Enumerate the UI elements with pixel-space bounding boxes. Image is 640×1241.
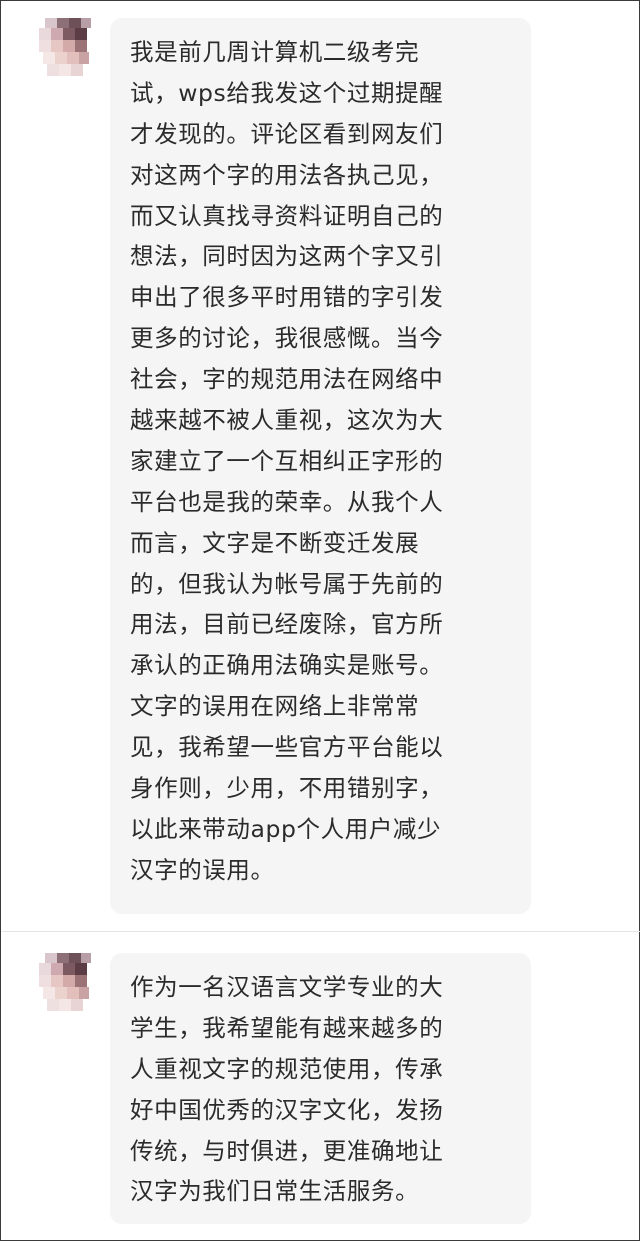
comment-text-line: 汉字为我们日常生活服务。: [130, 1177, 420, 1206]
comment-text-line: 汉字的误用。: [130, 855, 275, 884]
comment-text-line: 作为一名汉语言文学专业的大: [130, 973, 444, 1001]
comment-bubble: 作为一名汉语言文学专业的大 学生，我希望能有越来越多的 人重视文字的规范使用，传…: [110, 953, 531, 1224]
comment-text-line: 平台也是我的荣幸。从我个人: [130, 487, 444, 516]
comment-text-line: 才发现的。评论区看到网友们: [130, 119, 444, 148]
comment-text-line: 而言，文字是不断变迁发展: [130, 528, 420, 557]
comment-text-line: 想法，同时因为这两个字又引: [130, 242, 444, 271]
pixelated-user-avatar-icon[interactable]: [35, 18, 95, 80]
comment-text-line: 家建立了一个互相纠正字形的: [130, 446, 444, 475]
comment-text-line: 社会，字的规范用法在网络中: [130, 365, 444, 394]
comment-text-line: 试，wps给我发这个过期提醒: [130, 78, 444, 107]
comment-text-line: 好中国优秀的汉字文化，发扬: [130, 1095, 444, 1124]
comment-text-line: 我是前几周计算机二级考完: [130, 38, 420, 66]
comment-text-line: 申出了很多平时用错的字引发: [130, 283, 444, 312]
comment-text-line: 以此来带动app个人用户减少: [130, 814, 442, 843]
comment-text-line: 人重视文字的规范使用，传承: [130, 1054, 444, 1083]
comment-text-line: 的，但我认为帐号属于先前的: [130, 569, 444, 598]
comment-text-line: 用法，目前已经废除，官方所: [130, 610, 444, 639]
comment-text-line: 学生，我希望能有越来越多的: [130, 1013, 444, 1042]
comment-divider: [2, 931, 640, 932]
comment-bubble: 我是前几周计算机二级考完 试，wps给我发这个过期提醒 才发现的。评论区看到网友…: [110, 18, 531, 914]
comment-text-line: 对这两个字的用法各执己见，: [130, 160, 444, 189]
comment-text-line: 传统，与时俱进，更准确地让: [130, 1136, 444, 1165]
comment-text-line: 承认的正确用法确实是账号。: [130, 651, 444, 680]
comment-text-line: 见，我希望一些官方平台能以: [130, 733, 444, 762]
comment-list: 我是前几周计算机二级考完 试，wps给我发这个过期提醒 才发现的。评论区看到网友…: [0, 0, 640, 1241]
comment-text-line: 越来越不被人重视，这次为大: [130, 406, 444, 435]
comment-text-line: 文字的误用在网络上非常常: [130, 692, 420, 721]
pixelated-user-avatar-icon[interactable]: [35, 953, 95, 1015]
comment-text-line: 更多的讨论，我很感慨。当今: [130, 324, 444, 353]
comment-text-line: 身作则，少用，不用错别字，: [130, 774, 444, 803]
comment-text-line: 而又认真找寻资料证明自己的: [130, 201, 444, 230]
